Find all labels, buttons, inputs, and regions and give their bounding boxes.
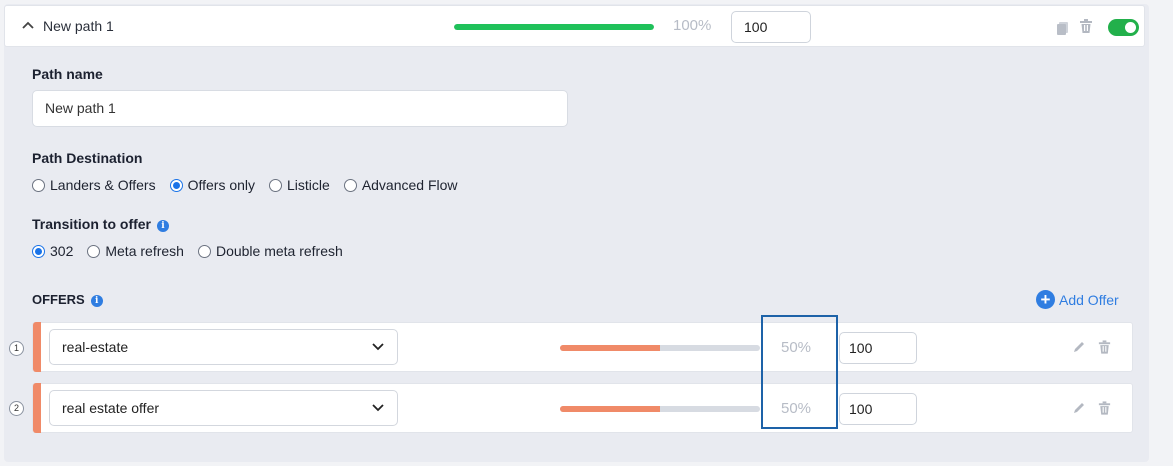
offer-accent (33, 383, 41, 433)
offer-row-number: 2 (9, 401, 24, 416)
add-offer-button[interactable]: + Add Offer (1036, 290, 1119, 309)
highlight-box (761, 315, 838, 429)
info-icon[interactable]: i (157, 220, 169, 232)
trash-icon[interactable] (1097, 400, 1112, 416)
plus-circle-icon: + (1036, 290, 1055, 309)
transition-label: Transition to offer i (32, 216, 169, 232)
path-title: New path 1 (43, 18, 114, 34)
chevron-up-icon[interactable] (21, 19, 35, 33)
radio-listicle[interactable]: Listicle (269, 177, 330, 193)
offer-share-bar (560, 345, 760, 351)
radio-302[interactable]: 302 (32, 243, 73, 259)
path-percent: 100% (673, 17, 712, 34)
chevron-down-icon (372, 404, 384, 412)
copy-icon[interactable] (1055, 20, 1071, 36)
transition-radio-group: 302 Meta refresh Double meta refresh (32, 243, 357, 259)
offer-select[interactable]: real-estate (49, 329, 398, 365)
offer-row-number: 1 (9, 341, 24, 356)
path-name-label: Path name (32, 66, 103, 82)
pencil-icon[interactable] (1072, 401, 1086, 415)
trash-icon[interactable] (1097, 339, 1112, 355)
radio-meta-refresh[interactable]: Meta refresh (87, 243, 184, 259)
toggle-knob (1125, 22, 1136, 33)
offer-row: real-estate 50% 100 (32, 322, 1133, 372)
offer-select[interactable]: real estate offer (49, 390, 398, 426)
path-progress-bar (454, 24, 654, 30)
offers-label: OFFERS i (32, 292, 103, 307)
radio-landers-offers[interactable]: Landers & Offers (32, 177, 156, 193)
radio-advanced-flow[interactable]: Advanced Flow (343, 177, 458, 193)
path-enabled-toggle[interactable] (1108, 19, 1139, 36)
info-icon[interactable]: i (90, 295, 103, 307)
radio-offers-only[interactable]: Offers only (169, 177, 255, 193)
offer-row: real estate offer 50% 100 (32, 383, 1133, 433)
offer-weight-input[interactable]: 100 (839, 332, 917, 364)
destination-radio-group: Landers & Offers Offers only Listicle Ad… (32, 177, 472, 193)
path-name-input[interactable]: New path 1 (32, 90, 568, 127)
chevron-down-icon (372, 343, 384, 351)
path-header[interactable]: New path 1 100% 100 (4, 5, 1145, 47)
path-destination-label: Path Destination (32, 150, 143, 166)
path-weight-input[interactable]: 100 (731, 11, 811, 43)
pencil-icon[interactable] (1072, 340, 1086, 354)
offer-accent (33, 322, 41, 372)
offer-weight-input[interactable]: 100 (839, 393, 917, 425)
radio-double-meta-refresh[interactable]: Double meta refresh (197, 243, 343, 259)
offer-share-bar (560, 406, 760, 412)
trash-icon[interactable] (1078, 18, 1094, 34)
